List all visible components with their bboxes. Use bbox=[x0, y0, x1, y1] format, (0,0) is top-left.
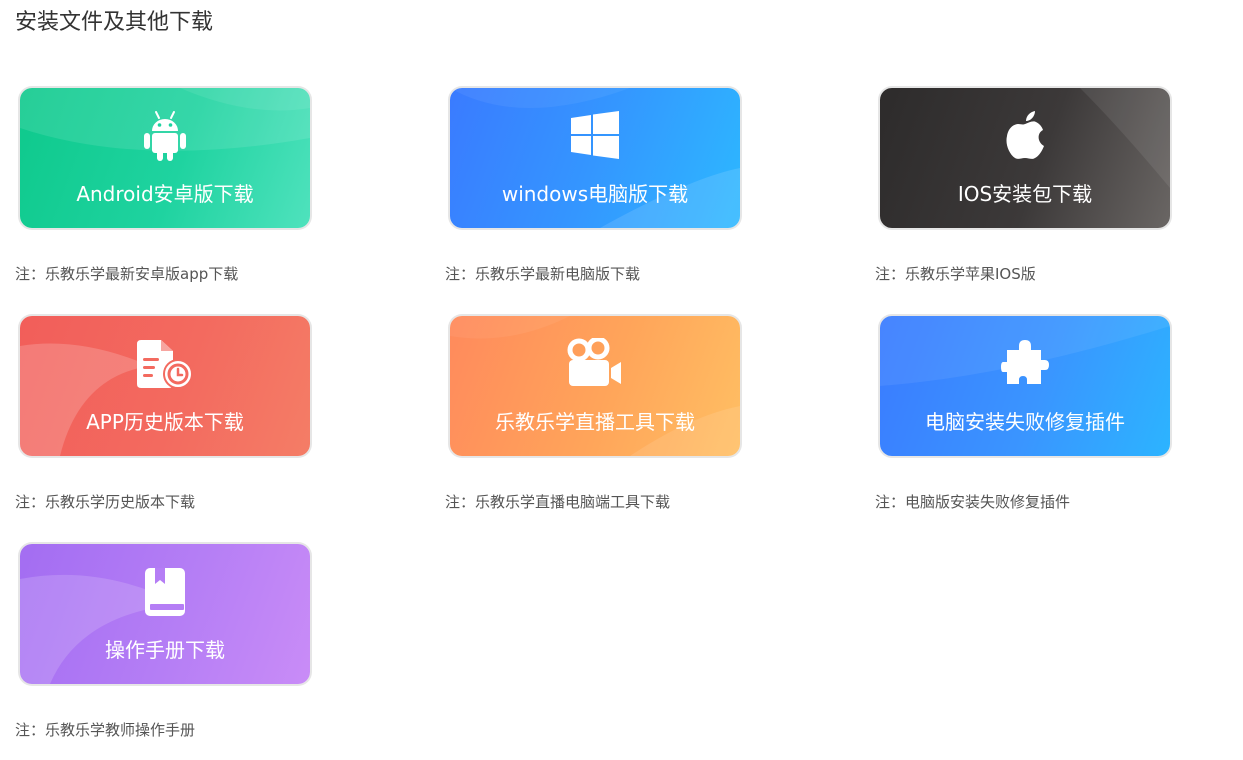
download-item-history: APP历史版本下载 注：乐教乐学历史版本下载 bbox=[15, 316, 315, 511]
windows-icon bbox=[571, 110, 619, 162]
download-item-manual: 操作手册下载 注：乐教乐学教师操作手册 bbox=[15, 544, 315, 739]
windows-note: 注：乐教乐学最新电脑版下载 bbox=[445, 265, 641, 283]
puzzle-piece-icon bbox=[1001, 338, 1049, 390]
history-document-clock-icon bbox=[137, 338, 193, 390]
manual-note: 注：乐教乐学教师操作手册 bbox=[15, 721, 196, 739]
repair-note: 注：电脑版安装失败修复插件 bbox=[875, 493, 1071, 511]
page-title: 安装文件及其他下载 bbox=[15, 10, 214, 35]
history-version-download-button[interactable]: APP历史版本下载 bbox=[20, 316, 310, 456]
windows-download-button[interactable]: windows电脑版下载 bbox=[450, 88, 740, 228]
repair-plugin-download-label: 电脑安装失败修复插件 bbox=[925, 410, 1125, 434]
download-item-android: Android安卓版下载 注：乐教乐学最新安卓版app下载 bbox=[15, 88, 315, 283]
ios-download-button[interactable]: IOS安装包下载 bbox=[880, 88, 1170, 228]
book-icon bbox=[141, 566, 189, 618]
android-download-label: Android安卓版下载 bbox=[76, 182, 254, 206]
download-item-repair: 电脑安装失败修复插件 注：电脑版安装失败修复插件 bbox=[875, 316, 1175, 511]
live-note: 注：乐教乐学直播电脑端工具下载 bbox=[445, 493, 671, 511]
ios-download-label: IOS安装包下载 bbox=[957, 182, 1093, 206]
windows-download-label: windows电脑版下载 bbox=[501, 182, 689, 206]
android-download-button[interactable]: Android安卓版下载 bbox=[20, 88, 310, 228]
live-tool-download-button[interactable]: 乐教乐学直播工具下载 bbox=[450, 316, 740, 456]
history-note: 注：乐教乐学历史版本下载 bbox=[15, 493, 196, 511]
video-camera-icon bbox=[567, 338, 621, 390]
download-item-live: 乐教乐学直播工具下载 注：乐教乐学直播电脑端工具下载 bbox=[445, 316, 745, 511]
apple-icon bbox=[1001, 110, 1049, 162]
download-item-windows: windows电脑版下载 注：乐教乐学最新电脑版下载 bbox=[445, 88, 745, 283]
manual-download-label: 操作手册下载 bbox=[105, 638, 225, 662]
download-item-ios: IOS安装包下载 注：乐教乐学苹果IOS版 bbox=[875, 88, 1175, 283]
history-version-download-label: APP历史版本下载 bbox=[86, 410, 244, 434]
ios-note: 注：乐教乐学苹果IOS版 bbox=[875, 265, 1036, 283]
repair-plugin-download-button[interactable]: 电脑安装失败修复插件 bbox=[880, 316, 1170, 456]
android-icon bbox=[141, 110, 189, 162]
manual-download-button[interactable]: 操作手册下载 bbox=[20, 544, 310, 684]
live-tool-download-label: 乐教乐学直播工具下载 bbox=[495, 410, 695, 434]
android-note: 注：乐教乐学最新安卓版app下载 bbox=[15, 265, 239, 283]
